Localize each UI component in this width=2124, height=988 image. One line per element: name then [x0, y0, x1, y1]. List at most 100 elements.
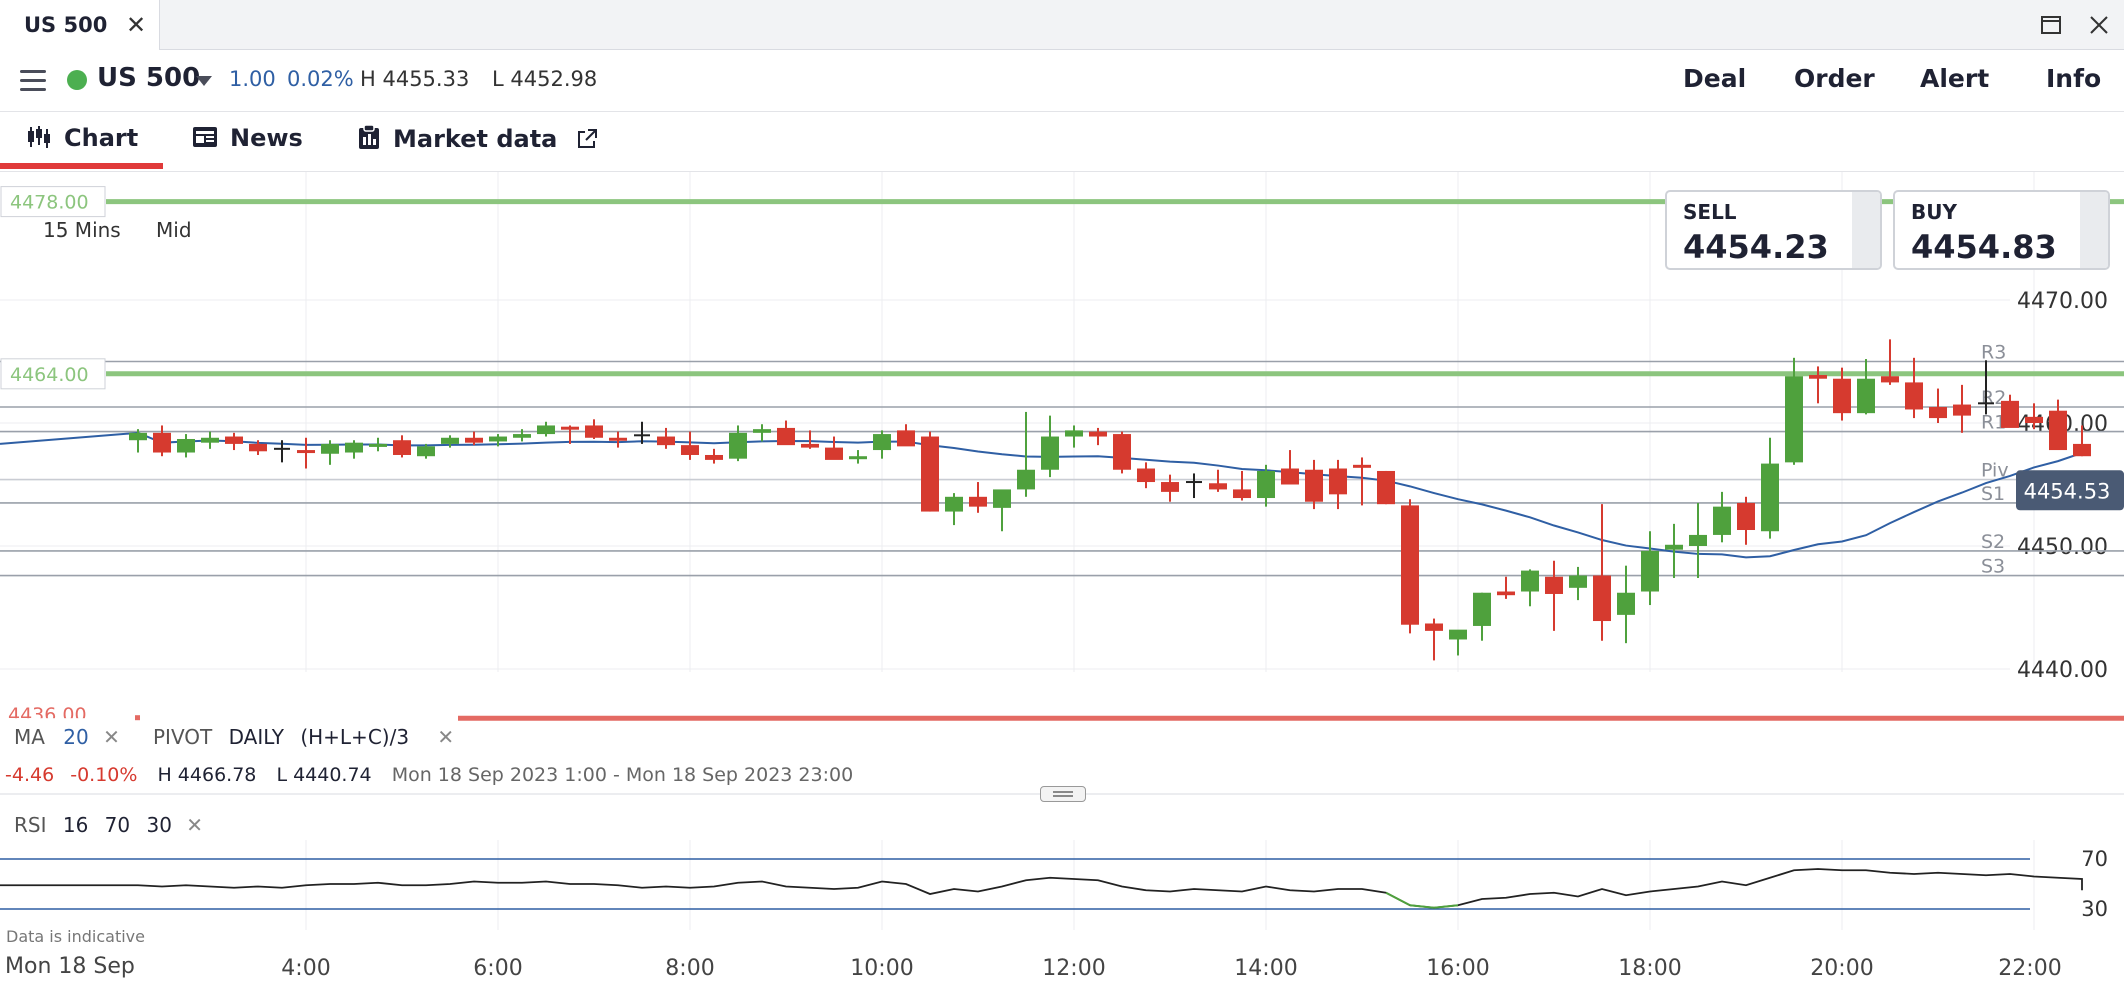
- y-axis-tick-label: 4450.00: [2017, 535, 2108, 560]
- candle-body: [1137, 468, 1155, 483]
- candle-body: [681, 445, 699, 455]
- candle-body: [585, 425, 603, 438]
- alert-label: 4464.00: [10, 364, 89, 386]
- y-axis-tick-label: 4440.00: [2017, 658, 2108, 683]
- candle-body: [777, 427, 795, 446]
- rsi-oversold-segment: [1385, 891, 1411, 907]
- candle-body: [417, 446, 435, 457]
- tab-news[interactable]: News: [192, 124, 303, 152]
- hamburger-menu-icon[interactable]: [20, 70, 46, 92]
- pivot-label-s1: S1: [1981, 483, 2005, 505]
- candle-body: [225, 436, 243, 444]
- deal-button[interactable]: Deal: [1683, 64, 1746, 93]
- candle-body: [1905, 382, 1923, 410]
- session-low: L 4440.74: [276, 764, 372, 786]
- candle-body: [489, 436, 507, 442]
- active-tab-indicator: [0, 163, 163, 169]
- candle-body: [1257, 470, 1275, 499]
- candle-body: [921, 436, 939, 512]
- candle-body: [729, 432, 747, 459]
- market-open-status-icon: [67, 70, 87, 90]
- candle-body: [561, 426, 579, 430]
- tab-market-data[interactable]: Market data: [357, 124, 598, 153]
- candle-body: [129, 432, 147, 441]
- date-label: Mon 18 Sep: [5, 954, 135, 979]
- candle-body: [297, 450, 315, 454]
- candle-body: [1305, 469, 1323, 502]
- candle-body: [2001, 400, 2019, 428]
- session-range: Mon 18 Sep 2023 1:00 - Mon 18 Sep 2023 2…: [391, 764, 854, 786]
- alert-marker: [135, 715, 140, 721]
- chevron-down-icon[interactable]: [196, 76, 212, 86]
- candle-body: [897, 430, 915, 447]
- ma-legend[interactable]: MA 20 ✕: [14, 725, 120, 749]
- candle-body: [1833, 378, 1851, 414]
- candle-body: [513, 434, 531, 438]
- maximize-icon[interactable]: [2036, 10, 2066, 40]
- change-points: 1.00: [229, 67, 276, 91]
- interval-selector[interactable]: 15 Mins: [43, 218, 121, 242]
- candle-body: [1953, 404, 1971, 416]
- candle-body: [825, 447, 843, 460]
- candle-body: [705, 454, 723, 460]
- candle-body: [1785, 376, 1803, 463]
- tab-chart[interactable]: Chart: [26, 124, 138, 152]
- candle-body: [153, 432, 171, 453]
- external-link-icon: [577, 129, 597, 148]
- candle-body: [1497, 591, 1515, 596]
- candle-body: [1593, 575, 1611, 622]
- order-button[interactable]: Order: [1794, 64, 1875, 93]
- rsi-legend[interactable]: RSI 16 70 30 ✕: [14, 813, 203, 837]
- tab-chart-label: Chart: [64, 124, 139, 152]
- data-disclaimer: Data is indicative: [6, 927, 145, 946]
- window-close-icon[interactable]: [2084, 10, 2114, 40]
- instrument-selector[interactable]: US 500: [97, 63, 200, 93]
- remove-ma-icon[interactable]: ✕: [103, 725, 120, 749]
- close-icon[interactable]: ✕: [126, 11, 146, 39]
- price-type-selector[interactable]: Mid: [156, 218, 192, 242]
- candlestick-icon: [28, 126, 50, 148]
- buy-price: 4454.83: [1911, 228, 2057, 266]
- x-axis-tick-label: 18:00: [1618, 956, 1681, 981]
- remove-rsi-icon[interactable]: ✕: [186, 813, 203, 837]
- candle-body: [2073, 443, 2091, 457]
- ma-label: MA: [14, 725, 45, 749]
- candle-body: [1233, 489, 1251, 499]
- x-axis-tick-label: 20:00: [1810, 956, 1873, 981]
- candle-body: [441, 437, 459, 444]
- clipboard-icon: [359, 124, 379, 149]
- session-high: H 4466.78: [157, 764, 257, 786]
- candle-body: [1929, 407, 1947, 419]
- day-low: L 4452.98: [492, 67, 598, 91]
- pivot-formula: (H+L+C)/3: [300, 725, 410, 749]
- sell-button[interactable]: SELL 4454.23: [1665, 190, 1882, 270]
- rsi-upper: 70: [104, 813, 131, 837]
- tab-market-data-label: Market data: [393, 125, 558, 153]
- info-button[interactable]: Info: [2046, 64, 2101, 93]
- candle-body: [1521, 570, 1539, 592]
- candle-body: [1617, 592, 1635, 615]
- candle-body: [537, 425, 555, 435]
- sell-price: 4454.23: [1683, 228, 1829, 266]
- candle-body: [993, 489, 1011, 508]
- remove-pivot-icon[interactable]: ✕: [437, 725, 454, 749]
- alert-button[interactable]: Alert: [1920, 64, 1989, 93]
- tab-news-label: News: [230, 124, 303, 152]
- pivot-label-s3: S3: [1981, 556, 2005, 578]
- instrument-header: US 500 1.00 0.02% H 4455.33 L 4452.98 De…: [0, 50, 2124, 112]
- rsi-line: [0, 868, 2083, 909]
- pivot-legend[interactable]: PIVOT DAILY (H+L+C)/3 ✕: [153, 725, 454, 749]
- candle-body: [1377, 470, 1395, 505]
- candle-body: [393, 440, 411, 455]
- candle-body: [2025, 416, 2043, 423]
- price-chart[interactable]: 4:00 6:00 8:00 10:00 12:00 14:00 16:00 18:00 20:…: [0, 172, 2124, 988]
- buy-button[interactable]: BUY 4454.83: [1893, 190, 2110, 270]
- candle-body: [1881, 376, 1899, 383]
- document-tab[interactable]: US 500 ✕: [0, 0, 160, 50]
- x-axis-tick-label: 8:00: [665, 956, 714, 981]
- pane-resize-handle[interactable]: [1040, 786, 1086, 802]
- candle-body: [1065, 430, 1083, 437]
- sub-navigation: Chart News Market data: [0, 112, 2124, 172]
- x-axis-tick-label: 10:00: [850, 956, 913, 981]
- buy-label: BUY: [1911, 200, 1957, 224]
